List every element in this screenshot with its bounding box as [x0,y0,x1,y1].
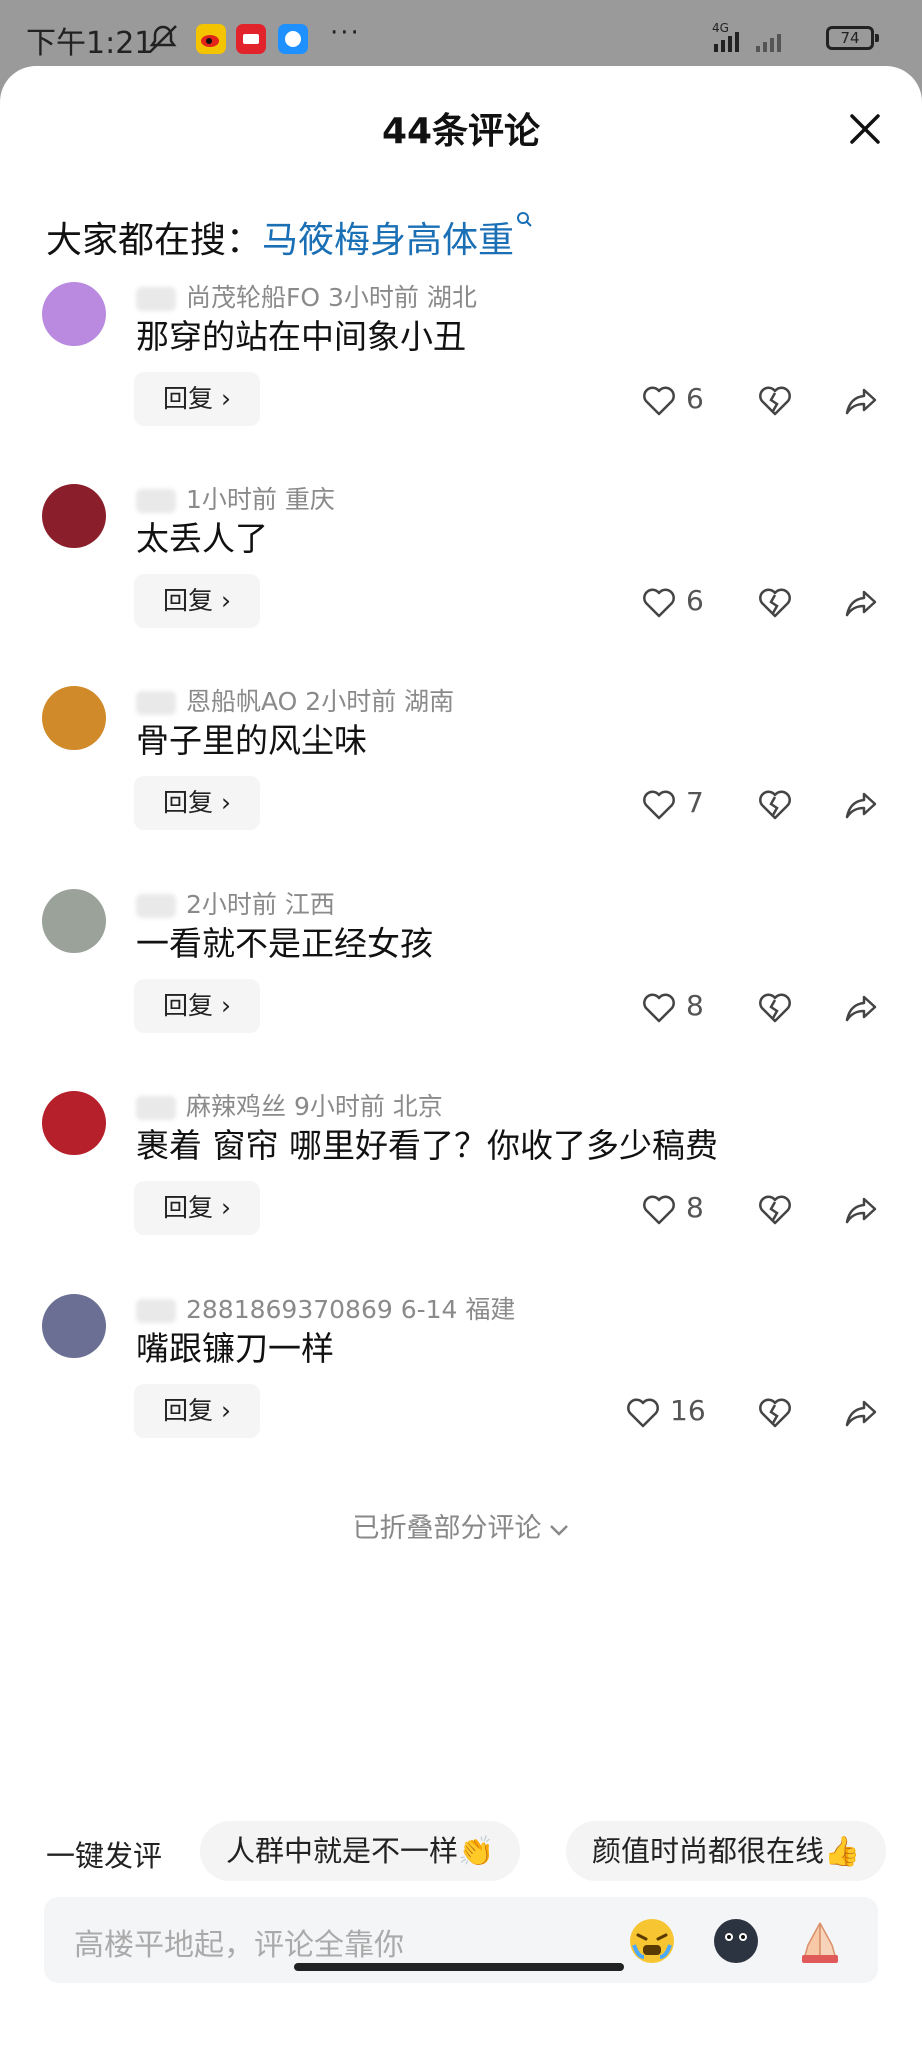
like-count: 7 [686,786,704,819]
avatar[interactable] [42,686,106,750]
reply-button[interactable]: 回复 › [134,1384,260,1438]
status-bar: 下午1:21 ··· 4G 74 [0,0,922,66]
do-not-disturb-icon [149,25,177,53]
trending-search-keyword[interactable]: 马筱梅身高体重 [262,220,514,261]
quick-comment-label: 一键发评 [46,1839,163,1873]
comment-text: 太丢人了 [136,519,268,558]
home-indicator[interactable] [294,1963,624,1971]
blurred-username [136,894,176,918]
reply-button[interactable]: 回复 › [134,1181,260,1235]
like-icon[interactable] [642,1193,676,1227]
blurred-username [136,489,176,513]
more-notifications-indicator: ··· [330,18,361,48]
comment-text: 嘴跟镰刀一样 [136,1329,334,1368]
trending-search[interactable]: 大家都在搜：马筱梅身高体重 [46,211,532,263]
like-icon[interactable] [642,991,676,1025]
comment-meta-text: 恩船帆AO 2小时前 湖南 [186,687,455,716]
like-count: 6 [686,382,704,415]
reply-button[interactable]: 回复 › [134,372,260,426]
comment-item[interactable]: 尚茂轮船FO 3小时前 湖北那穿的站在中间象小丑回复 › 6 [0,282,922,482]
comment-meta-text: 尚茂轮船FO 3小时前 湖北 [186,283,477,312]
avatar[interactable] [42,1091,106,1155]
blurred-username [136,1096,176,1120]
dislike-icon[interactable] [758,1193,792,1227]
reply-button[interactable]: 回复 › [134,776,260,830]
chat-app-icon [278,24,308,54]
dislike-icon[interactable] [758,384,792,418]
quick-comment-chip[interactable]: 颜值时尚都很在线👍 [566,1821,887,1881]
comment-sheet: 44条评论 大家都在搜：马筱梅身高体重 尚茂轮船FO 3小时前 湖北那穿的站在中… [0,66,922,2048]
close-icon[interactable] [848,112,882,146]
share-icon[interactable] [844,1193,878,1227]
comment-item[interactable]: 2881869370869 6-14 福建嘴跟镰刀一样回复 › 16 [0,1294,922,1494]
like-count: 16 [670,1394,706,1427]
comment-meta: 麻辣鸡丝 9小时前 北京 [136,1087,443,1123]
avatar[interactable] [42,484,106,548]
comment-item[interactable]: 2小时前 江西一看就不是正经女孩回复 › 8 [0,889,922,1089]
share-icon[interactable] [844,788,878,822]
search-icon [517,212,532,227]
comment-meta: 2881869370869 6-14 福建 [136,1290,515,1326]
comment-meta-text: 麻辣鸡丝 9小时前 北京 [186,1092,443,1121]
comment-item[interactable]: 麻辣鸡丝 9小时前 北京裹着 窗帘 哪里好看了？你收了多少稿费回复 › 8 [0,1091,922,1291]
dislike-icon[interactable] [758,991,792,1025]
comment-meta: 1小时前 重庆 [136,480,335,516]
like-icon[interactable] [642,384,676,418]
crying-emoji[interactable] [626,1915,678,1967]
like-icon[interactable] [642,788,676,822]
comment-meta-text: 2881869370869 6-14 福建 [186,1295,516,1324]
battery-level: 74 [840,29,860,47]
quick-comment-chip[interactable]: 人群中就是不一样👏 [200,1821,521,1881]
comment-meta: 2小时前 江西 [136,885,335,921]
blurred-username [136,287,176,311]
share-icon[interactable] [844,1396,878,1430]
news-app-icon [236,24,266,54]
comment-meta: 恩船帆AO 2小时前 湖南 [136,682,454,718]
avatar[interactable] [42,889,106,953]
svg-text:4G: 4G [712,21,729,35]
pray-hands-emoji[interactable] [794,1915,846,1967]
share-icon[interactable] [844,991,878,1025]
share-icon[interactable] [844,586,878,620]
blurred-username [136,1299,176,1323]
comment-item[interactable]: 恩船帆AO 2小时前 湖南骨子里的风尘味回复 › 7 [0,686,922,886]
comment-input-placeholder: 高楼平地起，评论全靠你 [74,1928,404,1963]
comment-text: 那穿的站在中间象小丑 [136,317,466,356]
folded-comments-label: 已折叠部分评论 [352,1513,542,1544]
like-count: 6 [686,584,704,617]
weibo-icon [196,24,226,54]
reply-button[interactable]: 回复 › [134,979,260,1033]
trending-search-prefix: 大家都在搜： [46,220,263,261]
dark-face-emoji[interactable] [710,1915,762,1967]
blurred-username [136,691,176,715]
like-count: 8 [686,1191,704,1224]
comment-meta-text: 2小时前 江西 [186,890,335,919]
clock: 下午1:21 [26,26,154,61]
comment-meta: 尚茂轮船FO 3小时前 湖北 [136,278,477,314]
like-icon[interactable] [642,586,676,620]
dislike-icon[interactable] [758,586,792,620]
dislike-icon[interactable] [758,788,792,822]
comment-text: 一看就不是正经女孩 [136,924,433,963]
like-icon[interactable] [626,1396,660,1430]
folded-comments-toggle[interactable]: 已折叠部分评论 [0,1506,922,1545]
page-title: 44条评论 [381,111,541,152]
share-icon[interactable] [844,384,878,418]
comment-meta-text: 1小时前 重庆 [186,485,335,514]
avatar[interactable] [42,282,106,346]
avatar[interactable] [42,1294,106,1358]
comment-text: 骨子里的风尘味 [136,721,367,760]
quick-comment-bar: 一键发评 人群中就是不一样👏 颜值时尚都很在线👍 [0,1821,922,1881]
signal-icon: 4G [712,21,781,52]
battery-icon: 74 [826,26,879,50]
comment-item[interactable]: 1小时前 重庆太丢人了回复 › 6 [0,484,922,684]
like-count: 8 [686,989,704,1022]
chevron-down-icon [549,1524,568,1536]
reply-button[interactable]: 回复 › [134,574,260,628]
dislike-icon[interactable] [758,1396,792,1430]
comment-text: 裹着 窗帘 哪里好看了？你收了多少稿费 [136,1126,718,1165]
